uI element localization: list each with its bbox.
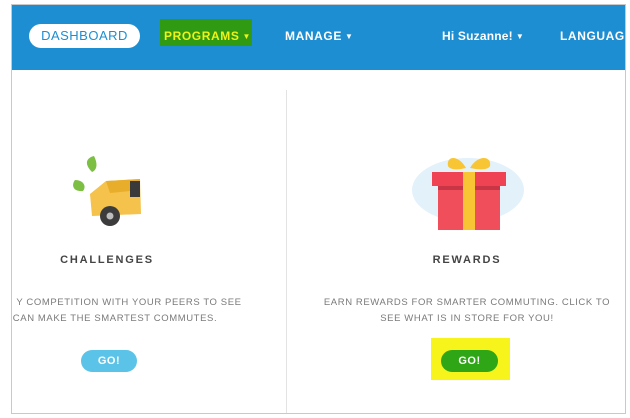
gift-icon: [412, 158, 524, 230]
rewards-description-line-2: SEE WHAT IS IN STORE FOR YOU!: [380, 313, 554, 324]
car-leaf-icon: [73, 156, 141, 226]
chevron-down-icon: ▼: [515, 32, 524, 41]
user-greeting: Hi Suzanne!: [442, 29, 513, 43]
programs-content: CHALLENGES Y COMPETITION WITH YOUR PEERS…: [12, 70, 625, 413]
rewards-go-button[interactable]: GO!: [441, 350, 498, 372]
nav-programs-label: PROGRAMS: [164, 29, 240, 43]
nav-manage-label: MANAGE: [285, 29, 342, 43]
challenges-title: CHALLENGES: [60, 254, 154, 266]
nav-manage-menu[interactable]: MANAGE ▼: [285, 27, 353, 46]
top-nav-bar: DASHBOARD PROGRAMS ▼ MANAGE ▼ Hi Suzanne! ▼…: [12, 5, 625, 70]
challenges-go-button[interactable]: GO!: [81, 350, 137, 372]
user-menu[interactable]: Hi Suzanne! ▼: [442, 27, 524, 46]
nav-programs-menu[interactable]: PROGRAMS ▼: [164, 27, 251, 46]
rewards-title: REWARDS: [432, 254, 502, 266]
challenges-description-line-2: CAN MAKE THE SMARTEST COMMUTES.: [12, 313, 218, 324]
chevron-down-icon: ▼: [344, 32, 354, 41]
nav-dashboard-button[interactable]: DASHBOARD: [29, 24, 140, 48]
rewards-description-line-1: EARN REWARDS FOR SMARTER COMMUTING. CLIC…: [323, 297, 611, 308]
challenges-description-line-1: Y COMPETITION WITH YOUR PEERS TO SEE: [16, 297, 242, 308]
nav-language-menu[interactable]: LANGUAG: [560, 27, 625, 45]
app-window: DASHBOARD PROGRAMS ▼ MANAGE ▼ Hi Suzanne! ▼…: [11, 4, 626, 414]
chevron-down-icon: ▼: [242, 32, 252, 41]
card-divider: [286, 90, 287, 413]
